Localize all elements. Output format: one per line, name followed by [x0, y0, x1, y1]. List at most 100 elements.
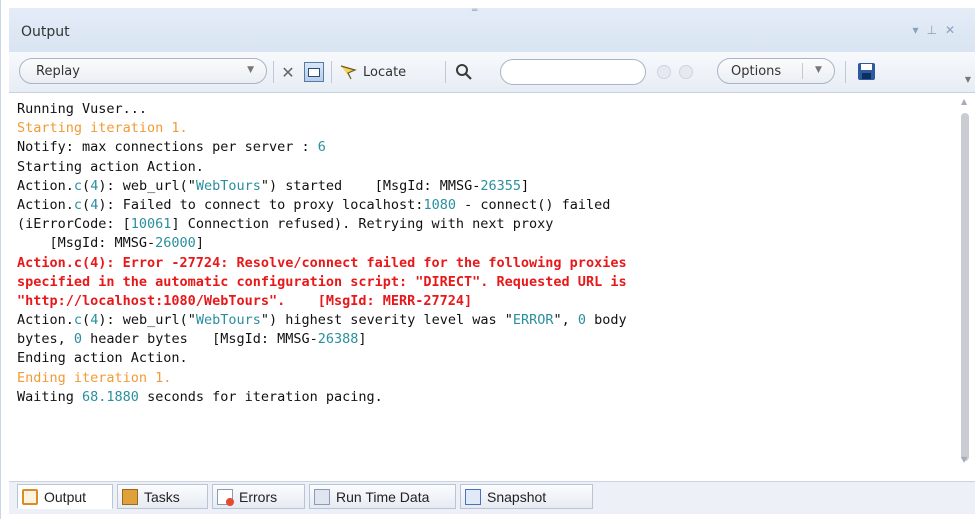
log-line: Ending iteration 1. [17, 369, 952, 388]
tab-run-time-data-label: Run Time Data [336, 488, 430, 505]
log-text: ] Connection refused). Retrying with nex… [171, 216, 554, 233]
log-text: c [73, 312, 83, 329]
log-text: 10061 [130, 216, 172, 233]
log-text: Waiting [17, 388, 83, 405]
search-icon [456, 64, 472, 80]
log-line: specified in the automatic configuration… [17, 273, 952, 292]
log-text: ): Failed to connect to proxy localhost: [98, 196, 424, 213]
log-text: Action. [17, 196, 74, 213]
scroll-down-icon[interactable]: ▼ [961, 455, 967, 464]
drag-grip-icon[interactable]: ═ [472, 7, 482, 16]
log-text: c [73, 177, 83, 194]
log-text: ] [521, 177, 530, 194]
log-line: Ending action Action. [17, 349, 952, 368]
find-previous-icon[interactable] [657, 65, 671, 79]
log-text: ( [82, 312, 91, 329]
log-text: 26355 [480, 177, 521, 194]
toolbar-separator [445, 61, 446, 83]
clear-button[interactable]: ✕ [279, 60, 297, 84]
output-panel: ═ Output ▾⊥✕ Replay ▼ ✕ Locate Options ▼… [0, 0, 979, 519]
log-text: Running Vuser... [17, 101, 148, 117]
panel-title-bar: ═ Output ▾⊥✕ [9, 7, 975, 52]
tab-tasks[interactable]: Tasks [117, 484, 208, 509]
toolbar-separator [331, 61, 332, 83]
log-text: ") highest severity level was " [260, 312, 513, 329]
options-label: Options [731, 64, 782, 79]
log-text: Starting action Action. [17, 158, 204, 175]
log-line: Action.c(4): web_url("WebTours") highest… [17, 311, 952, 330]
log-line: (iErrorCode: [10061] Connection refused)… [17, 215, 952, 234]
close-icon[interactable]: ✕ [945, 23, 963, 37]
log-text: Ending iteration 1. [17, 369, 172, 386]
tab-output-label: Output [44, 488, 87, 505]
find-next-icon[interactable] [679, 65, 693, 79]
log-line: Action.c(4): Error -27724: Resolve/conne… [17, 254, 952, 273]
locate-label: Locate [363, 64, 407, 80]
scroll-up-icon[interactable]: ▲ [961, 97, 967, 106]
log-line: Action.c(4): Failed to connect to proxy … [17, 196, 952, 215]
locate-button[interactable]: Locate [339, 60, 406, 84]
bottom-tab-strip: Output Tasks Errors Run Time Data Snapsh… [9, 481, 975, 514]
options-dropdown[interactable]: Options ▼ [717, 58, 835, 84]
log-text: ] [195, 235, 204, 252]
log-text: Ending action Action. [17, 350, 188, 367]
tab-tasks-label: Tasks [144, 488, 180, 505]
log-text: Action.c(4): Error -27724: Resolve/conne… [17, 254, 627, 271]
save-icon[interactable] [858, 63, 875, 80]
wrap-toggle-button[interactable] [304, 60, 324, 84]
word-wrap-icon [304, 62, 324, 82]
log-text: ") started [MsgId: MMSG- [260, 177, 481, 194]
log-text: WebTours [195, 312, 261, 329]
log-text: ): web_url(" [98, 312, 196, 329]
log-text: 0 [577, 312, 587, 329]
log-text: 1080 [423, 196, 456, 213]
search-input[interactable] [500, 59, 646, 85]
log-line: Notify: max connections per server : 6 [17, 138, 952, 157]
locate-flag-icon [340, 65, 357, 80]
log-text: ERROR [512, 312, 554, 329]
output-icon [22, 488, 38, 505]
log-text: (iErrorCode: [ [17, 216, 131, 233]
log-text: Action. [17, 312, 74, 329]
log-line: "http://localhost:1080/WebTours". [MsgId… [17, 292, 952, 311]
tab-errors[interactable]: Errors [212, 484, 305, 509]
pin-icon[interactable]: ⊥ [926, 23, 944, 37]
toolbar-overflow-icon[interactable]: ▼ [965, 75, 971, 84]
log-text: Action. [17, 177, 74, 194]
toolbar-separator [845, 61, 846, 83]
log-text: [MsgId: MMSG- [17, 235, 156, 252]
log-text: seconds for iteration pacing. [138, 388, 383, 405]
chevron-down-icon: ▼ [247, 65, 254, 75]
output-log[interactable]: Running Vuser... Starting iteration 1. Not… [17, 100, 952, 475]
log-text: ( [82, 196, 91, 213]
log-line: Starting action Action. [17, 158, 952, 177]
log-text: 26388 [317, 331, 359, 348]
tab-run-time-data[interactable]: Run Time Data [309, 484, 456, 509]
tab-snapshot-label: Snapshot [487, 488, 547, 505]
log-line: Running Vuser... [17, 100, 952, 119]
toolbar-separator [273, 61, 274, 83]
panel-title: Output [21, 24, 70, 40]
log-text: ( [82, 177, 91, 194]
chevron-down-icon: ▼ [815, 65, 822, 75]
log-text: header bytes [MsgId: MMSG- [82, 331, 318, 348]
tab-snapshot[interactable]: Snapshot [460, 484, 593, 509]
log-text: Notify: max connections per server : [17, 139, 318, 156]
errors-icon [217, 488, 234, 506]
replay-dropdown[interactable]: Replay ▼ [19, 58, 267, 84]
clear-x-icon: ✕ [281, 62, 295, 82]
log-text: specified in the automatic configuration… [17, 273, 627, 290]
find-button[interactable] [455, 60, 473, 84]
log-text: Starting iteration 1. [17, 120, 188, 137]
log-text: "http://localhost:1080/WebTours". [MsgId… [17, 292, 473, 309]
vertical-scrollbar[interactable]: ▲ ▼ [959, 97, 971, 475]
log-line: Action.c(4): web_url("WebTours") started… [17, 177, 952, 196]
output-toolbar: Replay ▼ ✕ Locate Options ▼ ▼ [9, 52, 975, 93]
tab-output[interactable]: Output [17, 484, 113, 509]
tasks-icon [122, 488, 138, 505]
panel-controls: ▾⊥✕ [912, 23, 963, 37]
log-line: Starting iteration 1. [17, 119, 952, 138]
log-text: c [73, 196, 83, 213]
panel-menu-icon[interactable]: ▾ [912, 23, 926, 37]
scrollbar-thumb[interactable] [961, 113, 969, 461]
